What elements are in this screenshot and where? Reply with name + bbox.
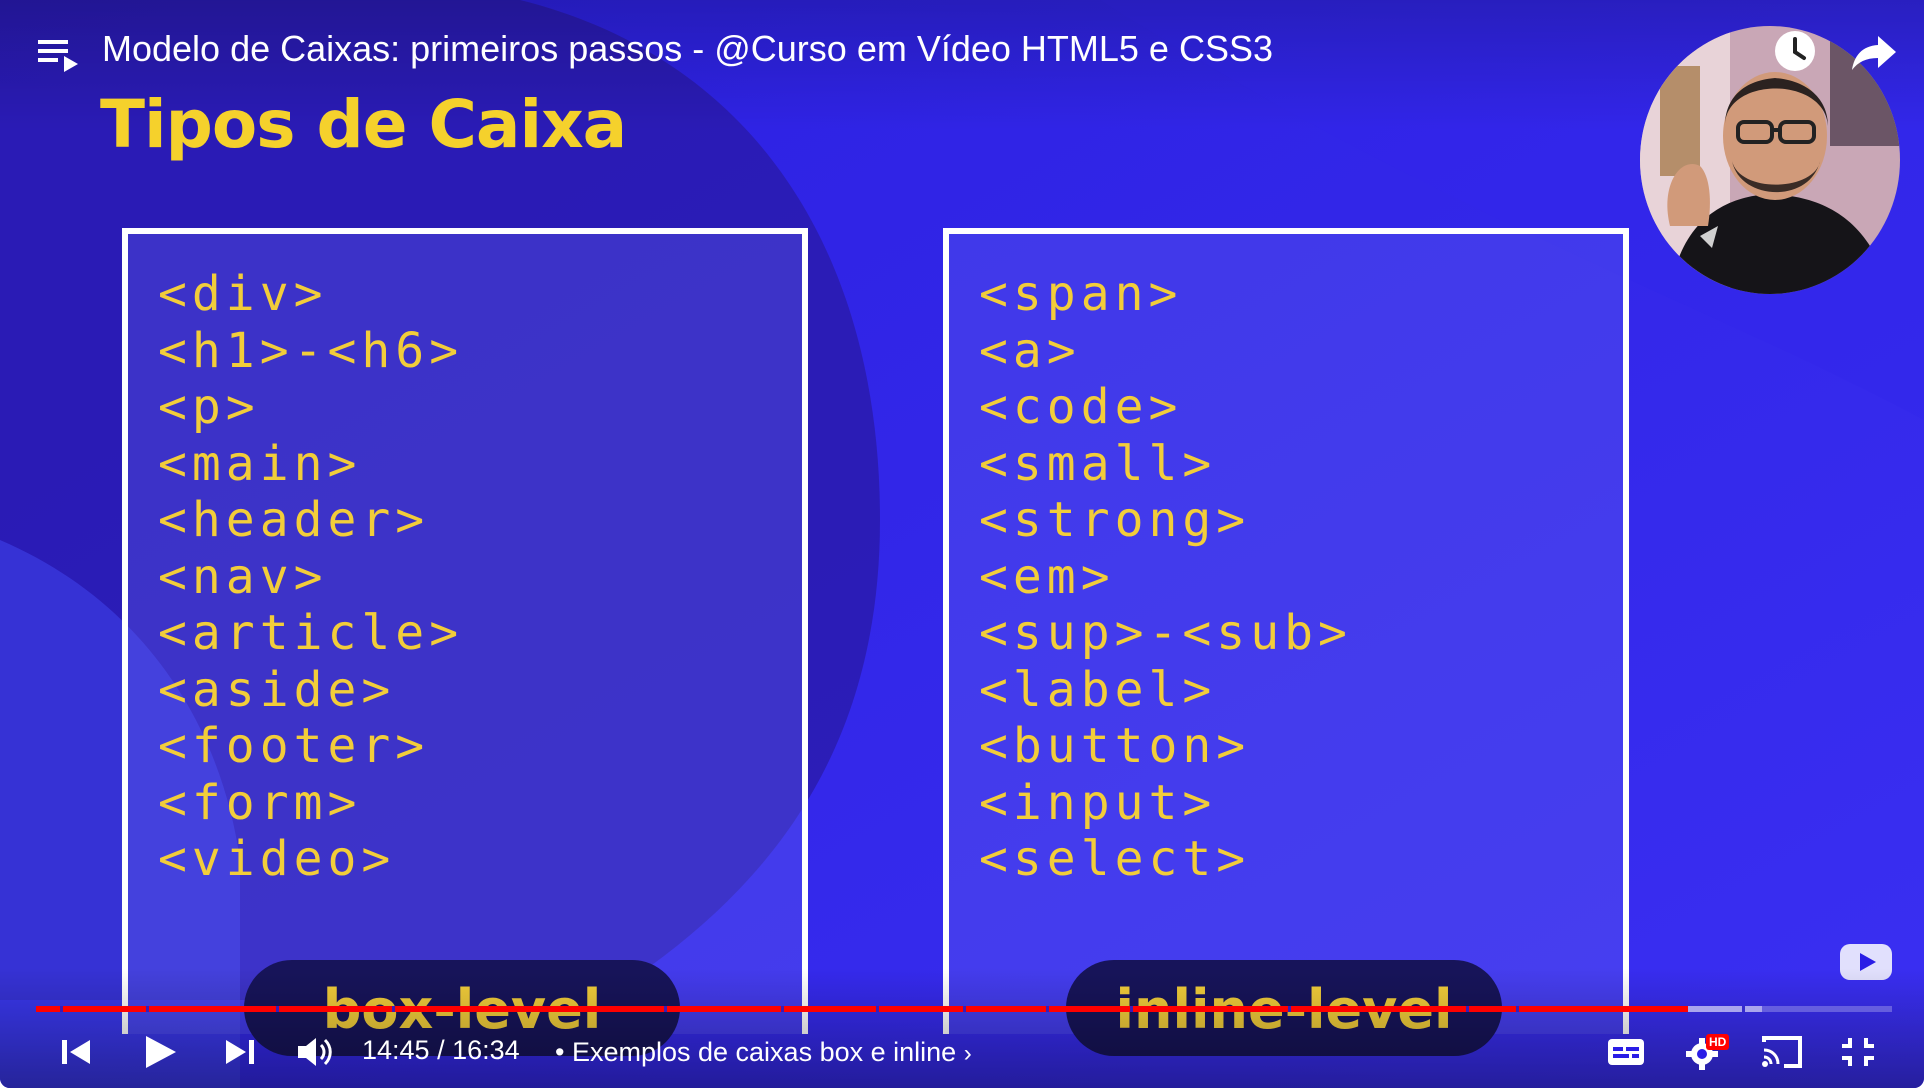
- list-item: <article>: [158, 605, 464, 661]
- chapter-divider: [1466, 1006, 1469, 1012]
- list-item: <strong>: [979, 492, 1251, 548]
- slide-heading: Tipos de Caixa: [100, 86, 627, 163]
- volume-button[interactable]: [294, 1030, 334, 1074]
- subtitles-button[interactable]: [1606, 1030, 1646, 1074]
- cast-button[interactable]: [1760, 1030, 1804, 1074]
- play-button[interactable]: [140, 1030, 180, 1074]
- time-display: 14:45 / 16:34: [362, 1035, 520, 1065]
- fullscreen-exit-icon: [1842, 1038, 1874, 1066]
- skip-next-icon: [226, 1040, 254, 1064]
- list-item: <em>: [979, 548, 1115, 605]
- chapter-divider: [1130, 1006, 1133, 1012]
- list-item: <div>: [158, 266, 328, 322]
- volume-icon: [298, 1038, 332, 1066]
- video-player[interactable]: Modelo de Caixas: primeiros passos - @Cu…: [0, 0, 1924, 1088]
- list-item: <code>: [979, 379, 1183, 435]
- list-item: <nav>: [158, 548, 328, 605]
- inline-level-list: <span> <a> <code> <small> <strong> <em> …: [979, 266, 1352, 888]
- list-item: <header>: [158, 492, 430, 548]
- clock-icon[interactable]: [1772, 28, 1818, 74]
- list-item: <p>: [158, 379, 260, 435]
- skip-next-button[interactable]: [222, 1030, 258, 1074]
- chapter-divider: [146, 1006, 149, 1012]
- chapter-divider: [1046, 1006, 1049, 1012]
- list-item: <sup>-<sub>: [979, 605, 1352, 661]
- skip-previous-icon: [62, 1040, 90, 1064]
- box-level-panel: <div> <h1>-<h6> <p> <main> <header> <nav…: [122, 228, 808, 1034]
- video-title[interactable]: Modelo de Caixas: primeiros passos - @Cu…: [102, 28, 1273, 70]
- chapter-divider: [1288, 1006, 1291, 1012]
- chevron-right-icon: ›: [963, 1040, 972, 1067]
- playlist-icon[interactable]: [36, 34, 80, 74]
- chapter-divider: [876, 1006, 879, 1012]
- play-icon: [146, 1036, 176, 1068]
- list-item: <button>: [979, 718, 1251, 774]
- subtitles-icon: [1608, 1039, 1644, 1065]
- list-item: <form>: [158, 774, 362, 831]
- inline-level-panel: <span> <a> <code> <small> <strong> <em> …: [943, 228, 1629, 1034]
- list-item: <video>: [158, 831, 396, 887]
- chapter-title-text: • Exemplos de caixas box e inline: [555, 1037, 957, 1067]
- list-item: <aside>: [158, 661, 396, 718]
- chapter-title[interactable]: • Exemplos de caixas box e inline ›: [555, 1037, 972, 1068]
- list-item: <small>: [979, 435, 1217, 492]
- list-item: <label>: [979, 661, 1217, 718]
- list-item: <select>: [979, 831, 1251, 887]
- chapter-divider: [60, 1006, 63, 1012]
- chapter-divider: [781, 1006, 784, 1012]
- chapter-divider: [1516, 1006, 1519, 1012]
- cast-icon: [1762, 1036, 1802, 1068]
- hd-badge: HD: [1706, 1034, 1730, 1050]
- share-icon[interactable]: [1850, 32, 1898, 72]
- list-item: <a>: [979, 322, 1081, 379]
- chapter-divider: [963, 1006, 966, 1012]
- list-item: <h1>-<h6>: [158, 322, 464, 379]
- box-level-list: <div> <h1>-<h6> <p> <main> <header> <nav…: [158, 266, 463, 888]
- list-item: <footer>: [158, 718, 430, 774]
- chapter-divider: [276, 1006, 279, 1012]
- fullscreen-exit-button[interactable]: [1838, 1030, 1878, 1074]
- chapter-divider: [664, 1006, 667, 1012]
- list-item: <span>: [979, 266, 1183, 322]
- list-item: <input>: [979, 774, 1217, 831]
- chapter-divider: [1742, 1006, 1745, 1012]
- progress-bar[interactable]: [36, 1006, 1892, 1012]
- progress-played: [36, 1006, 1688, 1012]
- chapter-divider: [392, 1006, 395, 1012]
- list-item: <main>: [158, 435, 362, 492]
- skip-previous-button[interactable]: [58, 1030, 94, 1074]
